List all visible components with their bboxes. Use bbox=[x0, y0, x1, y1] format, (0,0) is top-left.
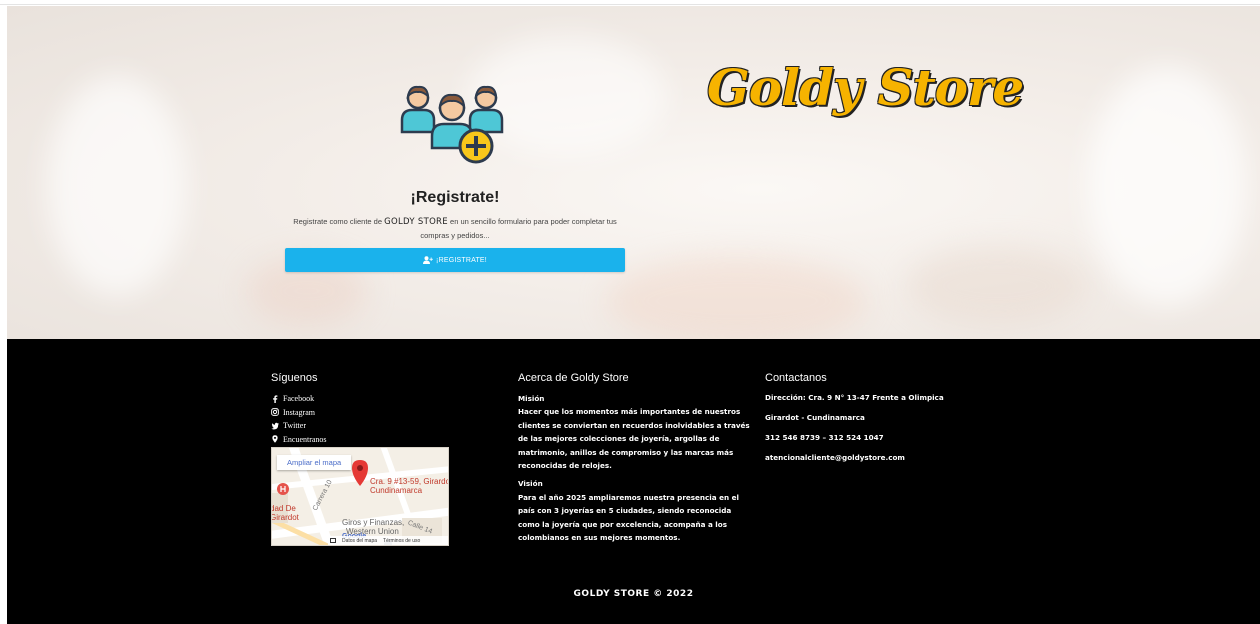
social-link-instagram[interactable]: Instagram bbox=[271, 406, 431, 420]
map-data-link[interactable]: Datos del mapa bbox=[342, 538, 377, 544]
map-terms-link[interactable]: Términos de uso bbox=[383, 538, 420, 544]
social-link-twitter[interactable]: Twitter bbox=[271, 419, 431, 433]
enlarge-map-button[interactable]: Ampliar el mapa bbox=[277, 455, 352, 470]
bokeh-light bbox=[907, 246, 1087, 326]
bokeh-light bbox=[1087, 66, 1247, 306]
keyboard-icon bbox=[330, 538, 336, 543]
social-label: Encuentranos bbox=[283, 434, 327, 444]
mission-text: Hacer que los momentos más importantes d… bbox=[518, 407, 750, 471]
register-title: ¡Registrate! bbox=[410, 189, 500, 206]
about-title: Acerca de Goldy Store bbox=[518, 372, 629, 384]
map-attribution: Datos del mapa Términos de uso bbox=[328, 536, 448, 545]
social-link-facebook[interactable]: Facebook bbox=[271, 392, 431, 406]
about-section: Misión Hacer que los momentos más import… bbox=[518, 392, 753, 544]
goldy-store-logo: Goldy Store bbox=[707, 58, 1024, 117]
contact-address: Dirección: Cra. 9 N° 13-47 Frente a Olim… bbox=[765, 393, 944, 402]
contact-city: Girardot - Cundinamarca bbox=[765, 413, 865, 422]
left-margin bbox=[0, 5, 7, 624]
register-description: Registrate como cliente de GOLDY STORE e… bbox=[285, 215, 625, 242]
social-links: Facebook Instagram Twitter Encuentranos bbox=[271, 392, 431, 446]
register-button[interactable]: ¡REGISTRATE! bbox=[285, 248, 625, 272]
contact-title: Contactanos bbox=[765, 372, 827, 384]
site-footer: Síguenos Facebook Instagram Twitter Encu… bbox=[7, 339, 1260, 624]
mission-title: Misión bbox=[518, 394, 545, 403]
social-label: Instagram bbox=[283, 407, 315, 417]
register-hero: Goldy Store ¡Registrate! Registrate como… bbox=[7, 6, 1260, 339]
map-address-label: Cra. 9 #13-59, Girardot, Cundinamarca bbox=[370, 477, 449, 495]
social-label: Facebook bbox=[283, 394, 315, 404]
register-button-label: ¡REGISTRATE! bbox=[436, 256, 487, 264]
map-marker-icon bbox=[272, 435, 278, 444]
map-place-1: Giros y Finanzas, bbox=[342, 518, 405, 527]
social-label: Twitter bbox=[283, 421, 306, 431]
twitter-icon bbox=[271, 422, 279, 430]
vision-title: Visión bbox=[518, 479, 543, 489]
map-place-left: dad De Girardot bbox=[271, 504, 299, 522]
facebook-icon bbox=[273, 395, 278, 403]
contact-section: Dirección: Cra. 9 N° 13-47 Frente a Olim… bbox=[765, 393, 965, 473]
copyright: GOLDY STORE © 2022 bbox=[573, 589, 694, 599]
user-plus-icon bbox=[423, 256, 433, 264]
add-users-icon bbox=[400, 85, 504, 164]
follow-us-title: Síguenos bbox=[271, 372, 318, 384]
social-link-find-us[interactable]: Encuentranos bbox=[271, 433, 431, 447]
vision-text: Para el año 2025 ampliaremos nuestra pre… bbox=[518, 492, 739, 543]
bokeh-light bbox=[607, 256, 867, 339]
bokeh-light bbox=[47, 76, 187, 296]
contact-email[interactable]: atencionalcliente@goldystore.com bbox=[765, 453, 965, 473]
instagram-icon bbox=[271, 408, 279, 417]
top-border bbox=[0, 0, 1260, 5]
brand-name: GOLDY STORE bbox=[384, 217, 448, 227]
contact-phones: 312 546 8739 – 312 524 1047 bbox=[765, 433, 884, 442]
location-map[interactable]: Ampliar el mapa Cra. 9 #13-59, Girardot,… bbox=[271, 447, 449, 546]
register-description-suffix: en un sencillo formulario para poder com… bbox=[420, 217, 617, 240]
register-description-prefix: Registrate como cliente de bbox=[293, 217, 385, 226]
